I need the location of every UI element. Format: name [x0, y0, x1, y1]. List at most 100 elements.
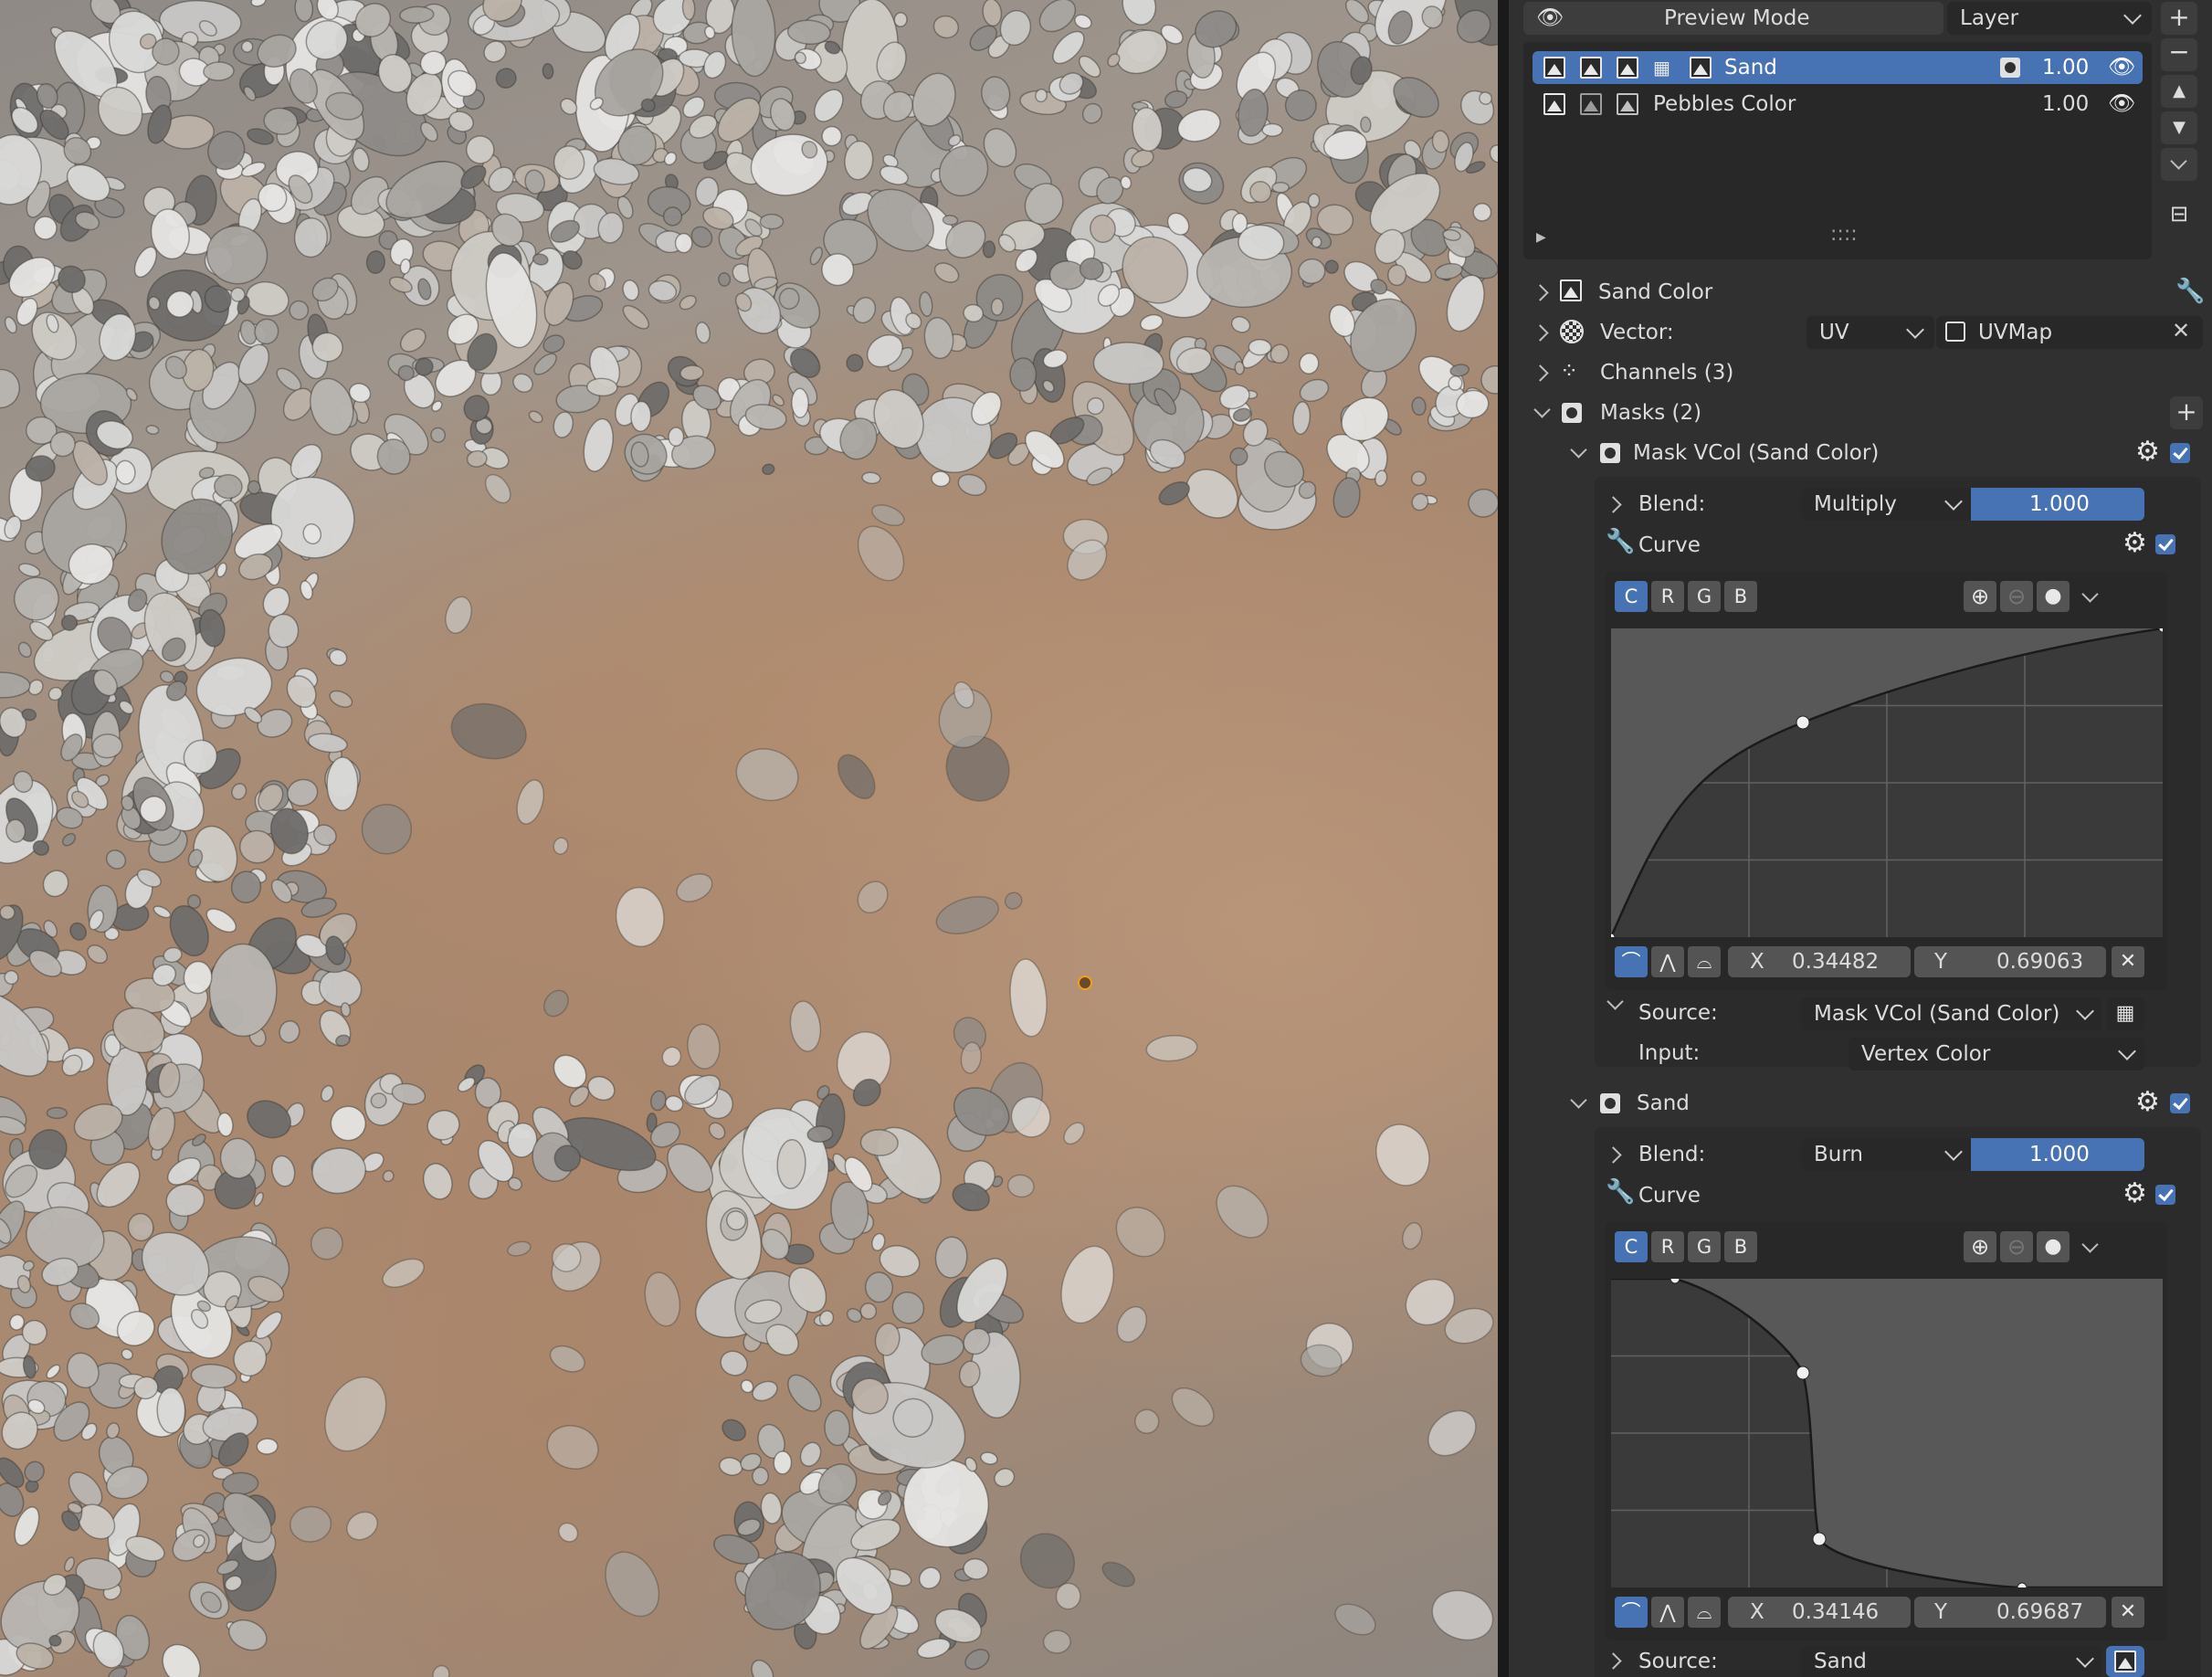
chevron-right-icon[interactable]: [1532, 284, 1549, 301]
curve-graph[interactable]: [1611, 628, 2163, 937]
curve-enabled-checkbox[interactable]: [2155, 534, 2175, 554]
image-mask-icon-2[interactable]: [1617, 93, 1638, 115]
chevron-down-icon[interactable]: [1570, 441, 1587, 459]
chevron-right-icon[interactable]: [1605, 1652, 1622, 1670]
handle-vector-icon[interactable]: ⋀: [1651, 1597, 1684, 1628]
input-dropdown[interactable]: Vertex Color: [1849, 1038, 2144, 1071]
delete-point-icon[interactable]: ✕: [2112, 1597, 2144, 1628]
preview-mode-toggle[interactable]: 👁 Preview Mode: [1523, 2, 1943, 35]
curve-menu-button[interactable]: [2073, 581, 2106, 612]
chevron-right-icon[interactable]: [1605, 496, 1622, 513]
channel-c-button[interactable]: C: [1615, 581, 1648, 612]
blend-mode-dropdown[interactable]: Multiply: [1801, 488, 1971, 521]
specials-menu-button[interactable]: [2161, 148, 2197, 181]
image-mask-icon[interactable]: [1580, 93, 1602, 115]
handle-auto-clamped-icon[interactable]: ⌓: [1688, 1597, 1721, 1628]
layer-row-sand[interactable]: ▦ Sand 1.00 👁: [1533, 51, 2143, 84]
uv-map-field[interactable]: UVMap ✕: [1936, 316, 2203, 349]
image-source-button[interactable]: [2106, 1646, 2144, 1677]
list-resize-handle[interactable]: ::::: [1830, 221, 1858, 248]
delete-point-icon[interactable]: ✕: [2112, 946, 2144, 977]
wrench-icon[interactable]: 🔧: [2175, 278, 2205, 305]
channel-c-button[interactable]: C: [1615, 1231, 1648, 1262]
eye-icon[interactable]: 👁: [2108, 90, 2135, 116]
channel-r-button[interactable]: R: [1651, 1231, 1684, 1262]
curve-plot[interactable]: [1611, 628, 2163, 937]
area-divider[interactable]: [1498, 0, 1509, 1677]
handle-vector-icon[interactable]: ⋀: [1651, 946, 1684, 977]
source-dropdown[interactable]: Mask VCol (Sand Color): [1801, 997, 2102, 1030]
mask-1-header[interactable]: Mask VCol (Sand Color) ⚙: [1523, 435, 2203, 471]
channel-r-button[interactable]: R: [1651, 581, 1684, 612]
curve-menu-button[interactable]: [2073, 1231, 2106, 1262]
layer-type-dropdown[interactable]: Layer: [1947, 2, 2152, 35]
mask-enabled-checkbox[interactable]: [2170, 1093, 2190, 1113]
chevron-right-icon[interactable]: [1532, 324, 1549, 342]
expand-triangle-icon[interactable]: ▶: [1536, 230, 1546, 245]
chevron-down-icon[interactable]: [1606, 993, 1624, 1010]
blend-factor-slider[interactable]: 1.000: [1971, 488, 2144, 521]
channel-g-button[interactable]: G: [1688, 1231, 1721, 1262]
chevron-right-icon[interactable]: [1532, 364, 1549, 382]
layer-row-pebbles[interactable]: Pebbles Color 1.00 👁: [1533, 88, 2143, 121]
layer-list[interactable]: ▦ Sand 1.00 👁 Pebbles Color 1.00 👁 ▶ :::…: [1523, 42, 2152, 259]
mask-2-header[interactable]: Sand ⚙: [1523, 1085, 2203, 1122]
zoom-out-icon[interactable]: ⊖: [2000, 1231, 2033, 1262]
point-y-field[interactable]: Y 0.69687: [1914, 1597, 2106, 1628]
sand-color-row[interactable]: Sand Color 🔧: [1523, 274, 2205, 311]
remove-layer-button[interactable]: −: [2161, 38, 2197, 71]
curve-plot[interactable]: [1611, 1279, 2163, 1587]
source-dropdown[interactable]: Sand: [1801, 1646, 2102, 1677]
gear-icon[interactable]: ⚙: [2135, 1089, 2160, 1116]
channel-b-button[interactable]: B: [1724, 581, 1757, 612]
clip-icon[interactable]: ●: [2037, 1231, 2070, 1262]
handle-auto-clamped-icon[interactable]: ⌓: [1688, 946, 1721, 977]
vertex-color-icon[interactable]: ▦: [1653, 57, 1675, 79]
channels-row[interactable]: ⁘ Channels (3): [1523, 354, 2203, 391]
channel-b-button[interactable]: B: [1724, 1231, 1757, 1262]
gear-icon[interactable]: ⚙: [2122, 1180, 2147, 1208]
3d-cursor[interactable]: [1078, 976, 1092, 990]
add-layer-button[interactable]: +: [2161, 2, 2197, 35]
chevron-down-icon[interactable]: [1533, 401, 1551, 418]
handle-auto-icon[interactable]: ⌒: [1615, 946, 1648, 977]
eye-icon[interactable]: 👁: [2108, 54, 2135, 79]
gear-icon[interactable]: ⚙: [2135, 438, 2160, 466]
point-x-field[interactable]: X 0.34482: [1728, 946, 1911, 977]
mask-enabled-checkbox[interactable]: [2170, 443, 2190, 463]
gear-icon[interactable]: ⚙: [2122, 530, 2147, 557]
image-icon[interactable]: [1543, 57, 1565, 79]
clip-icon[interactable]: ●: [2037, 581, 2070, 612]
clear-icon[interactable]: ✕: [2172, 318, 2190, 343]
chevron-right-icon[interactable]: [1605, 1146, 1622, 1164]
vertex-color-source-button[interactable]: ▦: [2106, 997, 2144, 1030]
image-mask-icon-2[interactable]: [1617, 57, 1638, 79]
layer-image-icon[interactable]: [1690, 57, 1712, 79]
channel-g-button[interactable]: G: [1688, 581, 1721, 612]
chevron-down-icon[interactable]: [1570, 1092, 1587, 1109]
zoom-out-icon[interactable]: ⊖: [2000, 581, 2033, 612]
blend-mode-dropdown[interactable]: Burn: [1801, 1138, 1971, 1171]
curve-enabled-checkbox[interactable]: [2155, 1185, 2175, 1205]
3d-viewport[interactable]: [0, 0, 1498, 1677]
zoom-in-icon[interactable]: ⊕: [1964, 581, 1996, 612]
point-x-field[interactable]: X 0.34146: [1728, 1597, 1911, 1628]
layer-name[interactable]: Sand: [1724, 54, 1777, 81]
image-mask-icon[interactable]: [1580, 57, 1602, 79]
point-y-field[interactable]: Y 0.69063: [1914, 946, 2106, 977]
layer-name[interactable]: Pebbles Color: [1653, 90, 1796, 118]
image-icon[interactable]: [1543, 93, 1565, 115]
move-up-button[interactable]: ▲: [2161, 75, 2197, 108]
zoom-in-icon[interactable]: ⊕: [1964, 1231, 1996, 1262]
add-mask-button[interactable]: +: [2170, 396, 2203, 429]
mask-icon[interactable]: [2000, 58, 2020, 78]
hierarchy-icon[interactable]: ⊟: [2161, 197, 2197, 230]
vector-mode-dropdown[interactable]: UV: [1806, 316, 1934, 349]
move-down-button[interactable]: ▼: [2161, 111, 2197, 144]
masks-row[interactable]: Masks (2) +: [1523, 395, 2203, 431]
layer-opacity[interactable]: 1.00: [2042, 54, 2089, 81]
handle-auto-icon[interactable]: ⌒: [1615, 1597, 1648, 1628]
curve-graph[interactable]: [1611, 1279, 2163, 1587]
layer-opacity[interactable]: 1.00: [2042, 90, 2089, 118]
blend-factor-slider[interactable]: 1.000: [1971, 1138, 2144, 1171]
